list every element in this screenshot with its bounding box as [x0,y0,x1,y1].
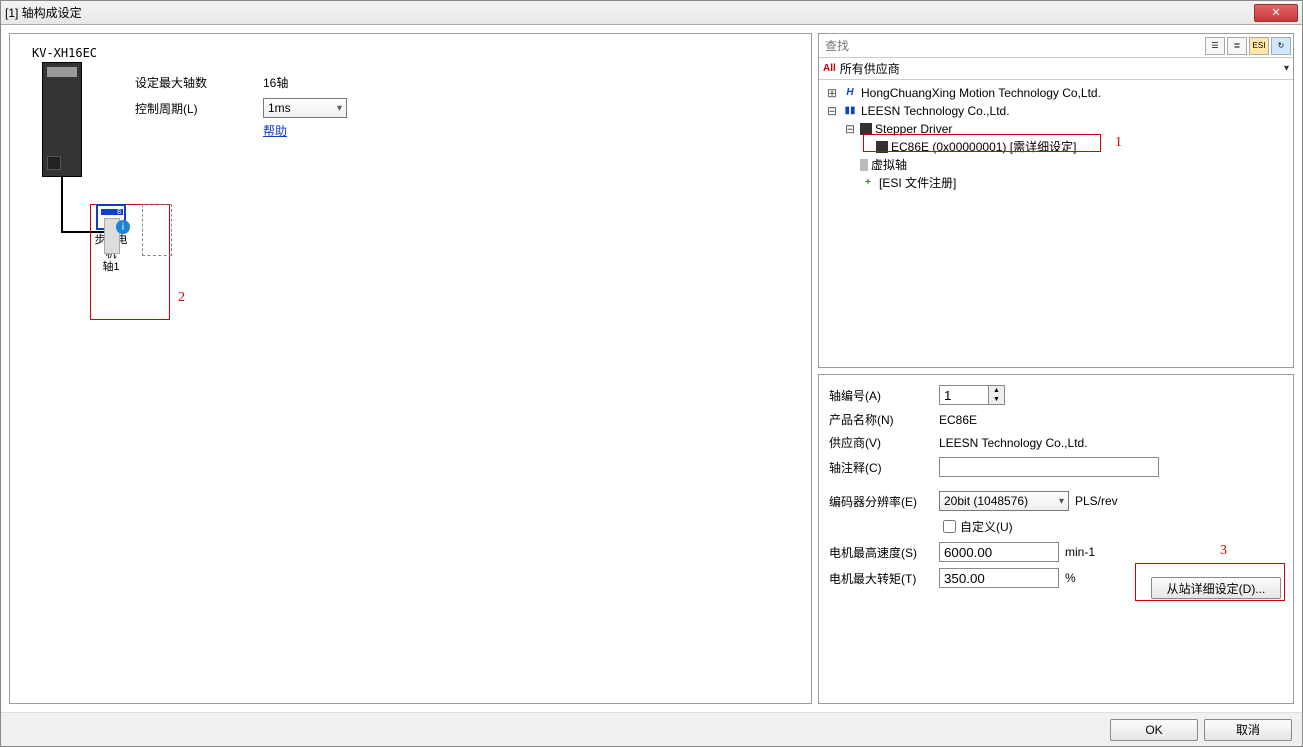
esi-register-icon: + [860,176,876,190]
vendor-filter-label: 所有供应商 [840,60,900,77]
max-axes-label: 设定最大轴数 [135,74,245,91]
slave-detail-button[interactable]: 从站详细设定(D)... [1151,577,1281,599]
view-tree-icon[interactable]: ≣ [1227,37,1247,55]
esi-button-icon[interactable]: ESI [1249,37,1269,55]
plc-icon [42,62,82,177]
help-link[interactable]: 帮助 [263,122,287,139]
tree-virtual-axis[interactable]: 虚拟轴 [825,156,1287,174]
collapse-icon[interactable]: ⊟ [843,120,857,138]
chevron-down-icon: ▾ [1284,63,1289,74]
axis-slots: 8 i 步进电机 轴1 [92,204,184,274]
empty-slot-icon [142,204,172,256]
driver-icon [860,123,872,135]
product-name-label: 产品名称(N) [829,411,939,428]
dialog-footer: OK 取消 [1,712,1302,746]
spin-down-icon[interactable]: ▼ [989,395,1004,404]
tree-vendor-hcx[interactable]: ⊞ H HongChuangXing Motion Technology Co,… [825,84,1287,102]
cycle-label: 控制周期(L) [135,100,245,117]
encoder-select[interactable]: 20bit (1048576) [939,491,1069,511]
tree-device-ec86e[interactable]: EC86E (0x00000001) [需详细设定] [825,138,1287,156]
ok-button[interactable]: OK [1110,719,1198,741]
all-tag: All [823,63,836,74]
axis-no-spinner[interactable]: ▲▼ [989,385,1005,405]
info-badge-icon: i [116,220,130,234]
encoder-label: 编码器分辨率(E) [829,493,939,510]
right-column: ☰ ≣ ESI ↻ All 所有供应商 ▾ ⊞ H HongChuangXing… [818,33,1294,704]
axis-no-input[interactable] [939,385,989,405]
vendor-filter[interactable]: All 所有供应商 ▾ [819,58,1293,80]
max-axes-value: 16轴 [263,74,288,91]
annotation-number-3: 3 [1220,543,1227,559]
axis-no-label: 轴编号(A) [829,387,939,404]
max-speed-input[interactable] [939,542,1059,562]
max-torque-label: 电机最大转矩(T) [829,570,939,587]
device-tree-panel: ☰ ≣ ESI ↻ All 所有供应商 ▾ ⊞ H HongChuangXing… [818,33,1294,368]
cancel-button[interactable]: 取消 [1204,719,1292,741]
max-speed-label: 电机最高速度(S) [829,544,939,561]
vendor-icon: ▮▮ [842,104,858,118]
expand-icon[interactable]: ⊞ [825,84,839,102]
tree-vendor-leesn[interactable]: ⊟ ▮▮ LEESN Technology Co.,Ltd. [825,102,1287,120]
axis-properties-panel: 轴编号(A) ▲▼ 产品名称(N) EC86E 供应商(V) LEESN Tec… [818,374,1294,704]
max-torque-unit: % [1065,571,1076,585]
refresh-icon[interactable]: ↻ [1271,37,1291,55]
device-icon [876,141,888,153]
max-speed-unit: min-1 [1065,545,1095,559]
window-title: [1] 轴构成设定 [5,4,1254,21]
vendor-label: 供应商(V) [829,434,939,451]
custom-label: 自定义(U) [960,518,1013,535]
custom-checkbox[interactable] [943,520,956,533]
collapse-icon[interactable]: ⊟ [825,102,839,120]
axis-slot-1[interactable]: 8 i 步进电机 轴1 [92,204,130,274]
tree-category-stepper[interactable]: ⊟ Stepper Driver [825,120,1287,138]
axis-slot-empty[interactable] [138,204,176,274]
max-torque-input[interactable] [939,568,1059,588]
search-input[interactable] [819,34,1205,57]
dialog-window: [1] 轴构成设定 ✕ KV-XH16EC 设定最大轴数 16轴 控制周期(L)… [0,0,1303,747]
vendor-value: LEESN Technology Co.,Ltd. [939,436,1088,450]
cycle-select[interactable]: 1ms [263,98,347,118]
content-area: KV-XH16EC 设定最大轴数 16轴 控制周期(L) 1ms 帮助 [1,25,1302,712]
product-name-value: EC86E [939,413,977,427]
virtual-axis-icon [860,159,868,171]
comment-input[interactable] [939,457,1159,477]
stepper-motor-icon: 8 i [96,204,126,230]
device-model-label: KV-XH16EC [32,46,97,60]
close-icon: ✕ [1271,6,1280,19]
comment-label: 轴注释(C) [829,459,939,476]
annotation-number-1: 1 [1115,134,1122,152]
plc-device[interactable] [42,62,82,177]
tree-esi-register[interactable]: + [ESI 文件注册] [825,174,1287,192]
encoder-unit: PLS/rev [1075,494,1118,508]
view-list-icon[interactable]: ☰ [1205,37,1225,55]
titlebar: [1] 轴构成设定 ✕ [1,1,1302,25]
vendor-icon: H [842,86,858,100]
device-tree: ⊞ H HongChuangXing Motion Technology Co,… [819,80,1293,367]
search-row: ☰ ≣ ESI ↻ [819,34,1293,58]
close-button[interactable]: ✕ [1254,4,1298,22]
axis-diagram-panel: KV-XH16EC 设定最大轴数 16轴 控制周期(L) 1ms 帮助 [9,33,812,704]
spin-up-icon[interactable]: ▲ [989,386,1004,395]
annotation-number-2: 2 [178,290,185,306]
